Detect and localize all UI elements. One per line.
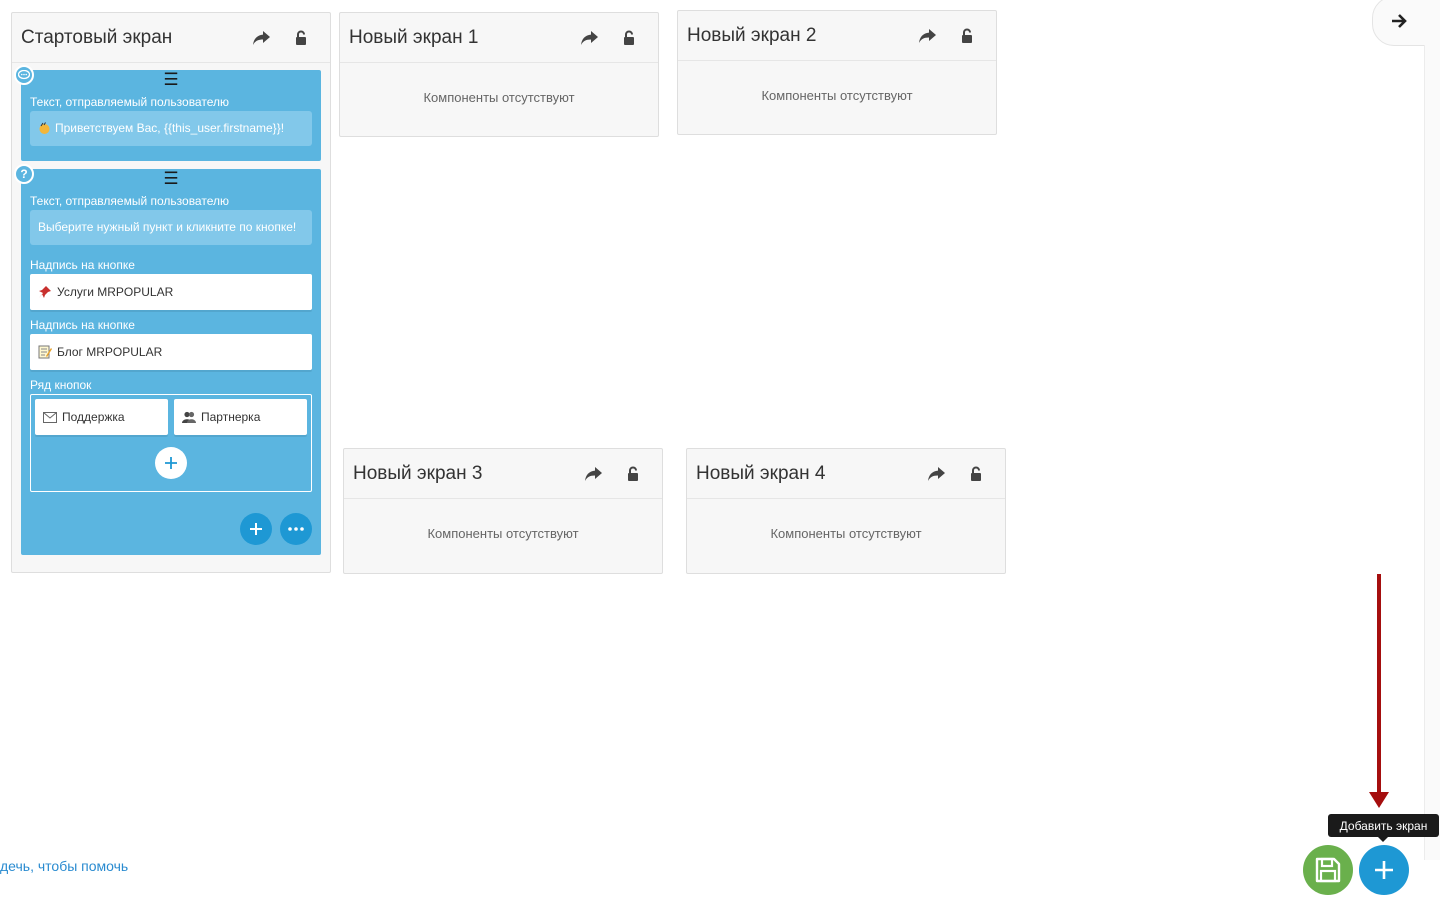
panel-toggle-button[interactable] — [1372, 0, 1440, 46]
unlock-icon[interactable] — [947, 21, 987, 51]
add-screen-button[interactable] — [1359, 845, 1409, 895]
message-text: Приветствуем Вас, {{this_user.firstname}… — [55, 121, 285, 135]
screen-title: Новый экран 2 — [687, 24, 817, 46]
button-row: Поддержка Партнерка — [30, 394, 312, 492]
screen-header: Стартовый экран — [12, 13, 330, 63]
question-text-label: Текст, отправляемый пользователю — [30, 194, 229, 208]
row-button-support[interactable]: Поддержка — [35, 399, 168, 435]
reply-button-blog[interactable]: Блог MRPOPULAR — [30, 334, 312, 370]
chat-bubble-icon — [14, 65, 34, 85]
screen-header: Новый экран 1 — [340, 13, 658, 63]
plus-icon — [1375, 861, 1393, 879]
row-button-partner[interactable]: Партнерка — [174, 399, 307, 435]
more-options-button[interactable] — [280, 513, 312, 545]
button2-text: Блог MRPOPULAR — [57, 345, 163, 359]
memo-icon — [38, 345, 52, 359]
screen-card-start: Стартовый экран ☰ Текст, отправляемый по… — [11, 12, 331, 573]
row-button-partner-text: Партнерка — [201, 410, 261, 424]
empty-note: Компоненты отсутствуют — [427, 526, 579, 541]
share-arrow-icon[interactable] — [907, 21, 947, 51]
plus-icon — [250, 523, 262, 535]
screen-title: Новый экран 3 — [353, 462, 483, 484]
unlock-icon[interactable] — [281, 23, 321, 53]
ellipsis-icon — [288, 527, 304, 531]
share-arrow-icon[interactable] — [241, 23, 281, 53]
screen-header: Новый экран 2 — [678, 11, 996, 61]
tooltip-pointer — [1378, 837, 1388, 842]
drag-handle-icon[interactable]: ☰ — [30, 70, 312, 90]
unlock-icon[interactable] — [613, 459, 653, 489]
screen-card-4: Новый экран 4 Компоненты отсутствуют — [686, 448, 1006, 574]
question-icon: ? — [14, 164, 34, 184]
share-arrow-icon[interactable] — [569, 23, 609, 53]
floppy-disk-icon — [1315, 857, 1341, 883]
reply-button-services[interactable]: Услуги MRPOPULAR — [30, 274, 312, 310]
unlock-icon[interactable] — [956, 459, 996, 489]
screen-title: Стартовый экран — [21, 26, 173, 48]
arrow-right-icon — [1392, 14, 1407, 28]
question-text-box[interactable]: Выберите нужный пункт и кликните по кноп… — [30, 210, 312, 245]
message-component[interactable]: ☰ Текст, отправляемый пользователю Приве… — [14, 65, 321, 161]
button2-label: Надпись на кнопке — [30, 318, 135, 332]
save-button[interactable] — [1303, 845, 1353, 895]
envelope-icon — [43, 411, 57, 423]
right-side-panel — [1424, 45, 1440, 860]
pushpin-icon — [38, 285, 52, 299]
screen-card-1: Новый экран 1 Компоненты отсутствуют — [339, 12, 659, 137]
share-arrow-icon[interactable] — [916, 459, 956, 489]
empty-note: Компоненты отсутствуют — [761, 88, 913, 103]
plus-icon — [165, 457, 177, 469]
unlock-icon[interactable] — [609, 23, 649, 53]
add-screen-tooltip: Добавить экран — [1328, 814, 1439, 837]
help-link[interactable]: дечь, чтобы помочь — [0, 858, 128, 874]
users-icon — [182, 411, 196, 423]
button-row-label: Ряд кнопок — [30, 378, 92, 392]
screen-header: Новый экран 4 — [687, 449, 1005, 499]
empty-note: Компоненты отсутствуют — [423, 90, 575, 105]
screen-header: Новый экран 3 — [344, 449, 662, 499]
screen-title: Новый экран 4 — [696, 462, 826, 484]
bot-builder-canvas: Стартовый экран ☰ Текст, отправляемый по… — [0, 0, 1440, 901]
waving-hand-icon — [38, 122, 51, 135]
add-row-button[interactable] — [155, 447, 187, 479]
question-component[interactable]: ? ☰ Текст, отправляемый пользователю Выб… — [14, 164, 321, 555]
row-button-support-text: Поддержка — [62, 410, 125, 424]
screen-title: Новый экран 1 — [349, 26, 479, 48]
message-text-box[interactable]: Приветствуем Вас, {{this_user.firstname}… — [30, 111, 312, 146]
screen-card-2: Новый экран 2 Компоненты отсутствуют — [677, 10, 997, 135]
annotation-arrow — [1369, 574, 1389, 808]
empty-note: Компоненты отсутствуют — [770, 526, 922, 541]
drag-handle-icon[interactable]: ☰ — [30, 169, 312, 189]
message-label: Текст, отправляемый пользователю — [30, 95, 229, 109]
add-component-button[interactable] — [240, 513, 272, 545]
share-arrow-icon[interactable] — [573, 459, 613, 489]
screen-card-3: Новый экран 3 Компоненты отсутствуют — [343, 448, 663, 574]
button1-text: Услуги MRPOPULAR — [57, 285, 174, 299]
button1-label: Надпись на кнопке — [30, 258, 135, 272]
